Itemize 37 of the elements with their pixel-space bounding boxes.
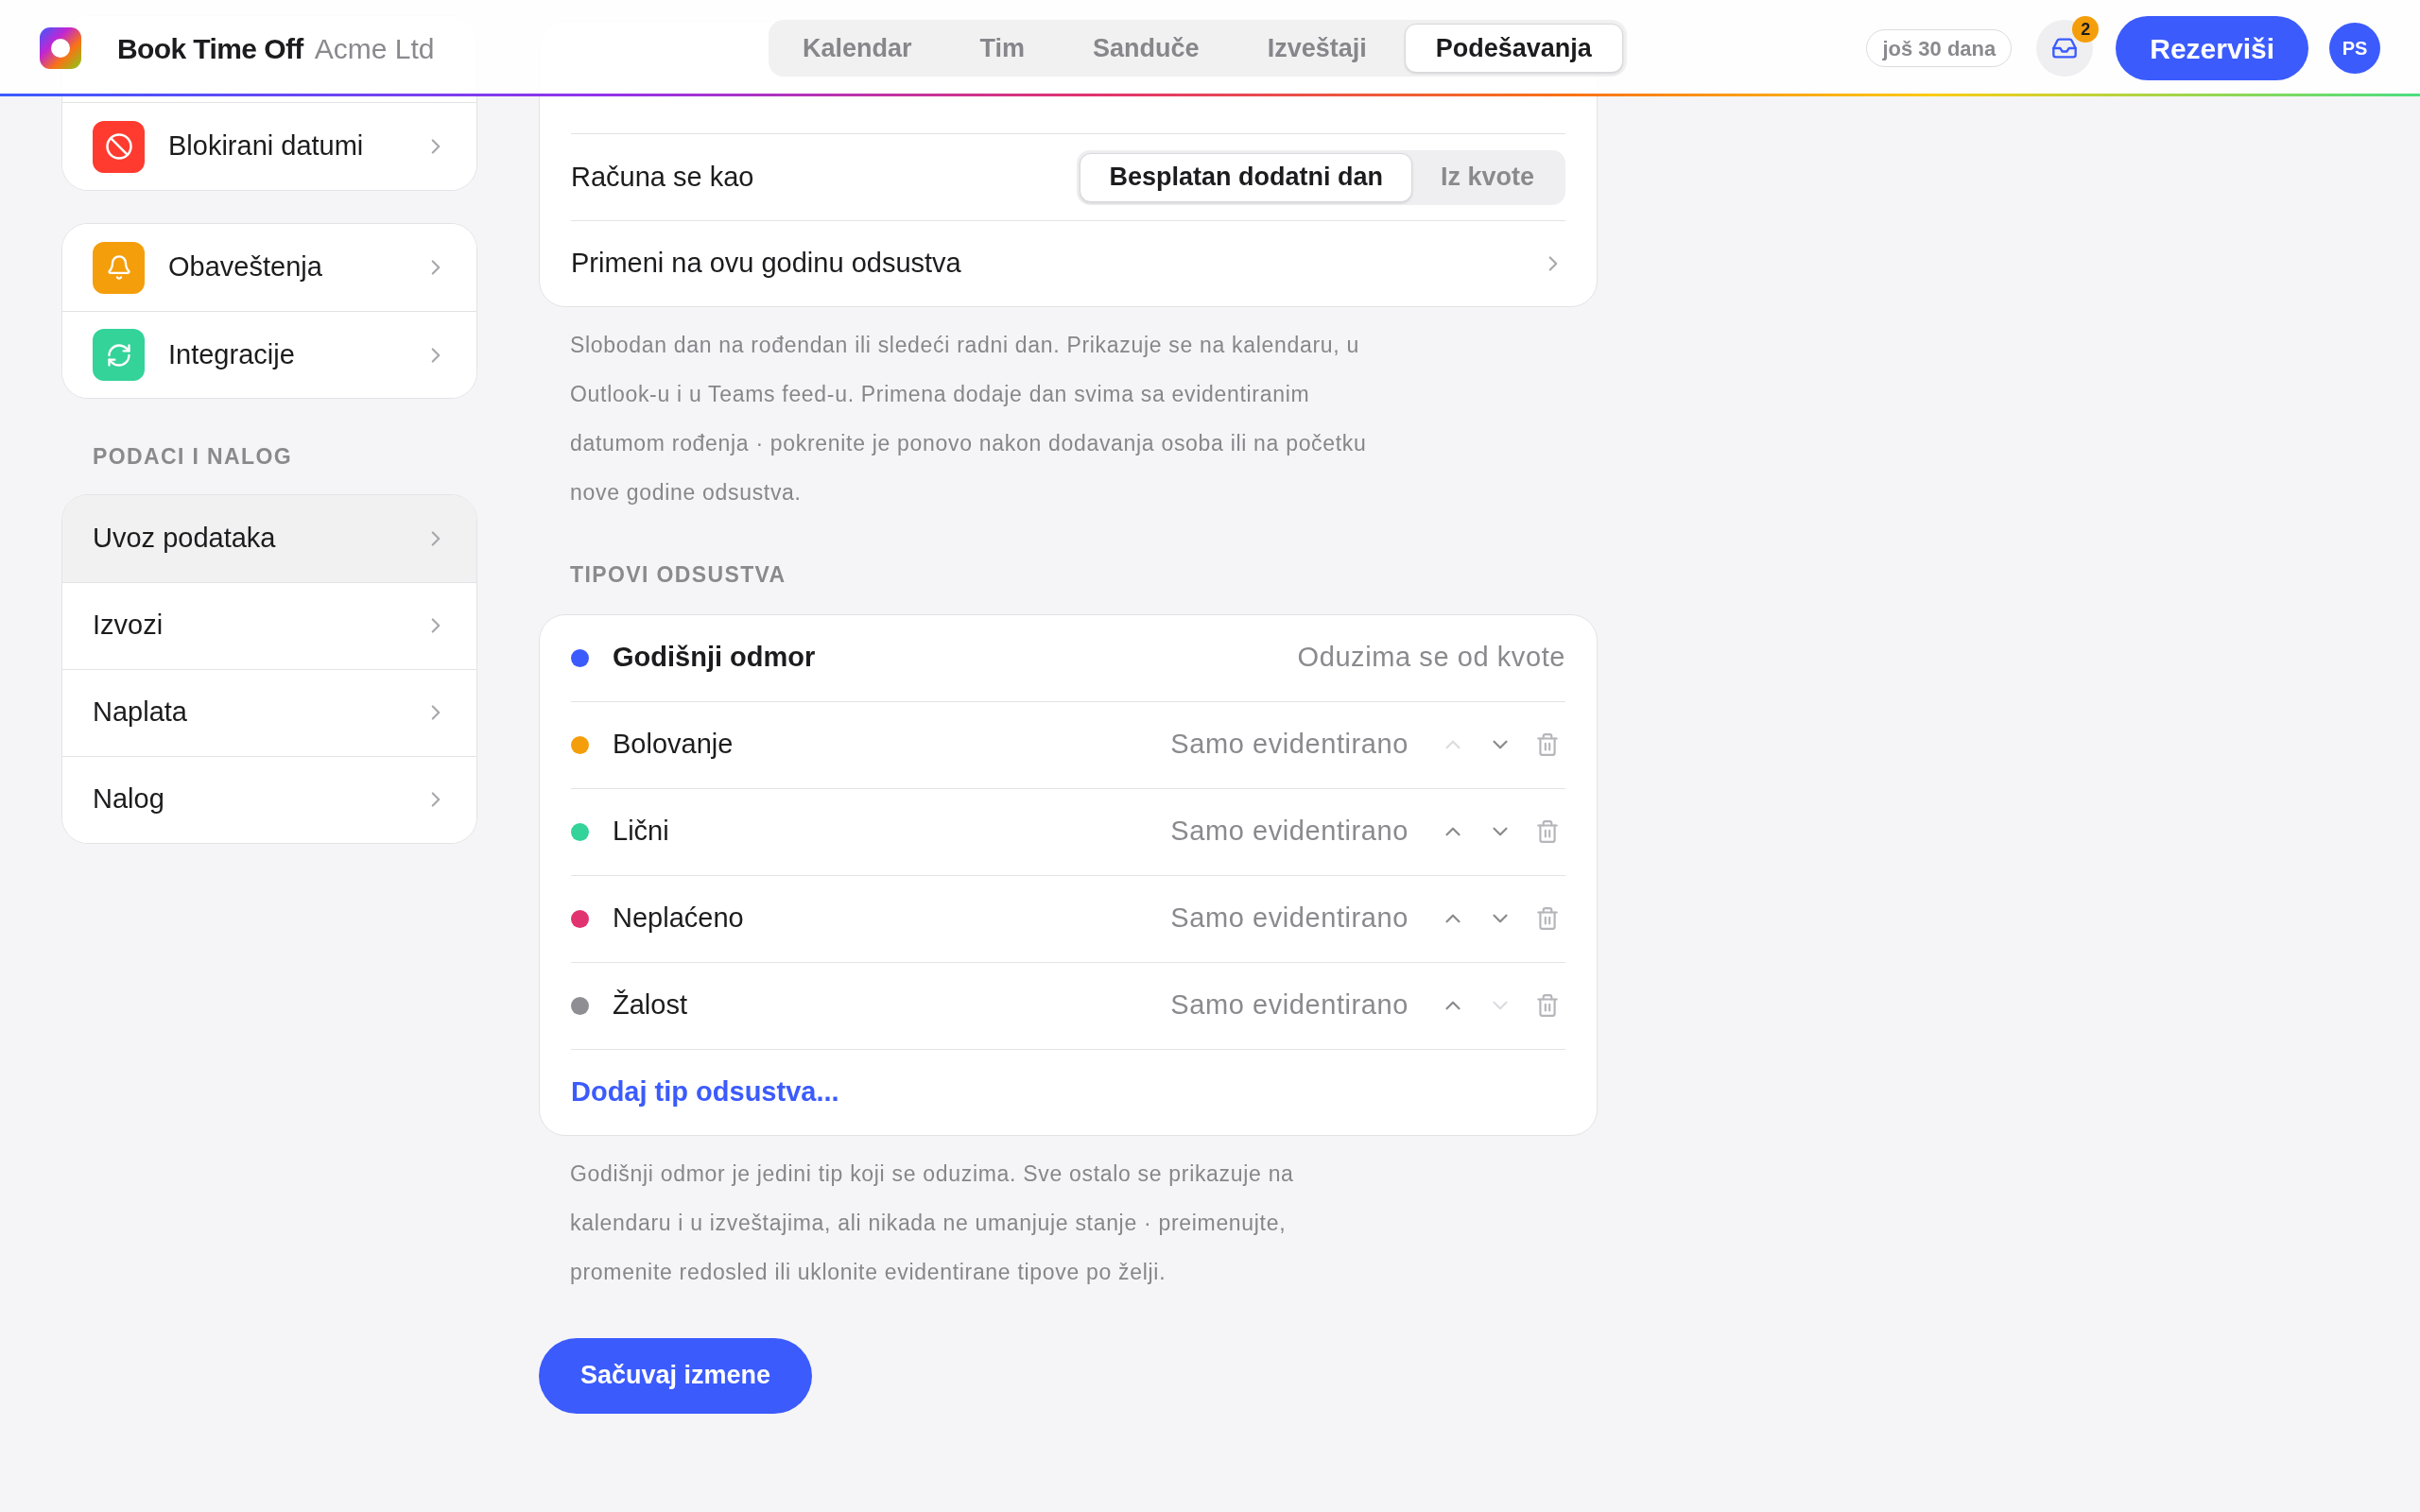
org-name: Acme Ltd <box>314 31 435 66</box>
bell-icon <box>105 254 132 281</box>
field-label: Računa se kao <box>571 160 755 194</box>
leave-type-mode: Samo evidentirano <box>1170 728 1409 762</box>
notification-badge: 2 <box>2072 16 2100 43</box>
leave-type-mode: Samo evidentirano <box>1170 815 1409 849</box>
segment-option[interactable]: Besplatan dodatni dan <box>1080 152 1412 202</box>
leave-type-name: Neplaćeno <box>613 902 745 936</box>
sidebar-item[interactable]: Integracije <box>62 311 476 398</box>
save-button[interactable]: Sačuvaj izmene <box>539 1337 813 1414</box>
delete-icon[interactable] <box>1535 732 1560 757</box>
app-logo-icon <box>40 27 81 69</box>
section-heading: PODACI I NALOG <box>92 443 293 471</box>
delete-icon[interactable] <box>1535 906 1560 931</box>
apply-row[interactable]: Primeni na ovu godinu odsustva <box>571 221 1565 306</box>
section-heading: TIPOVI ODSUSTVA <box>569 561 787 589</box>
sync-icon <box>105 341 132 369</box>
app-name: Book Time Off <box>117 31 303 66</box>
leave-type-name: Godišnji odmor <box>613 641 817 675</box>
leave-type-name: Bolovanje <box>613 728 735 762</box>
trial-badge: još 30 dana <box>1866 29 2013 67</box>
leave-type-mode: Oduzima se od kvote <box>1297 641 1565 675</box>
help-text: Slobodan dan na rođendan ili sledeći radni dan. Prikazuje se na kalendaru, u Outlook-u i u Teams feed-u. Primena dodaje dan svima sa evidentiranim datumom rođenja · pokrenite je ponovo nakon dodavanja osoba ili na početku nove godine odsustva. <box>569 332 1368 507</box>
delete-icon[interactable] <box>1535 819 1560 844</box>
sidebar-item[interactable]: Uvoz podataka <box>62 494 476 582</box>
sidebar-item[interactable]: Nalog <box>62 755 476 843</box>
help-text: Godišnji odmor je jedini tip koji se oduzima. Sve ostalo se prikazuje na kalendaru i u izveštajima, ali nikada ne umanjuje stanje · preimenujte, promenite redosled ili uklonite evidentirane tipove po želji. <box>569 1160 1295 1286</box>
user-avatar[interactable]: PS <box>2329 23 2380 74</box>
nav-tab[interactable]: Podešavanja <box>1404 24 1623 73</box>
prohibited-icon <box>104 132 133 161</box>
delete-icon[interactable] <box>1535 993 1560 1018</box>
leave-type-mode: Samo evidentirano <box>1170 988 1409 1022</box>
add-leave-type-link[interactable]: Dodaj tip odsustva... <box>571 1071 839 1113</box>
leave-type-name: Žalost <box>613 988 688 1022</box>
leave-type-mode: Samo evidentirano <box>1170 902 1409 936</box>
book-button[interactable]: Rezerviši <box>2116 16 2308 80</box>
leave-type-name: Lični <box>613 815 670 849</box>
